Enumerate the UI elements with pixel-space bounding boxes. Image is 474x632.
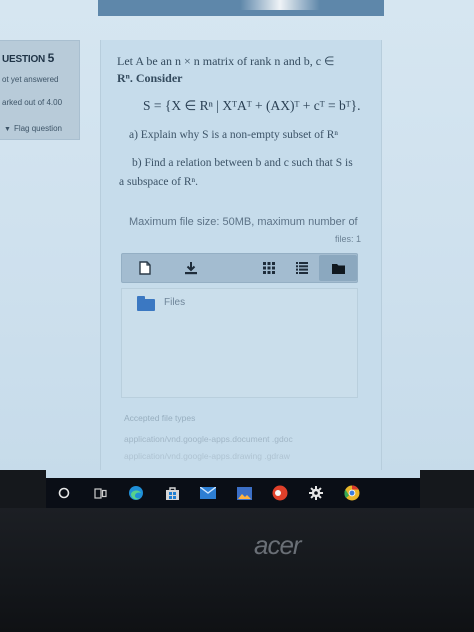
file-drop-zone[interactable]: Files bbox=[121, 288, 358, 398]
list-view-icon bbox=[296, 262, 309, 274]
set-definition-formula: S = {X ∈ Rⁿ | XᵀAᵀ + (AX)ᵀ + cᵀ = bᵀ}. bbox=[143, 98, 361, 113]
folder-view-button[interactable] bbox=[319, 255, 358, 281]
mail-icon[interactable] bbox=[190, 478, 226, 508]
part-b-line-1: b) Find a relation between b and c such … bbox=[132, 157, 353, 169]
office-icon[interactable] bbox=[262, 478, 298, 508]
list-view-button[interactable] bbox=[291, 258, 315, 278]
question-intro-line-1: Let A be an n × n matrix of rank n and b… bbox=[117, 54, 335, 68]
screen: UESTION 5 ot yet answered arked out of 4… bbox=[0, 0, 474, 478]
add-file-icon bbox=[139, 261, 151, 275]
bezel-right bbox=[420, 470, 474, 510]
accepted-file-types-heading: Accepted file types bbox=[124, 413, 196, 423]
edge-icon[interactable] bbox=[118, 478, 154, 508]
part-b-text: b) Find a relation between b and c such … bbox=[119, 154, 375, 192]
flag-icon: ▼ bbox=[4, 126, 11, 133]
task-view-icon[interactable] bbox=[82, 478, 118, 508]
files-folder-label[interactable]: Files bbox=[164, 297, 185, 308]
folder-icon bbox=[137, 296, 155, 311]
download-icon bbox=[185, 262, 198, 275]
question-card: Let A be an n × n matrix of rank n and b… bbox=[100, 40, 382, 470]
max-file-size-note: Maximum file size: 50MB, maximum number … bbox=[129, 216, 358, 228]
filepicker-toolbar bbox=[121, 253, 358, 283]
flag-question-link[interactable]: ▼ Flag question bbox=[4, 124, 65, 133]
question-intro-line-2: Rⁿ. Consider bbox=[117, 71, 183, 85]
photos-icon[interactable] bbox=[226, 478, 262, 508]
part-b-line-2: a subspace of Rⁿ. bbox=[119, 176, 198, 188]
download-button[interactable] bbox=[168, 258, 216, 278]
part-a-text: a) Explain why S is a non-empty subset o… bbox=[129, 129, 338, 141]
search-circle-icon[interactable] bbox=[46, 478, 82, 508]
windows-taskbar bbox=[46, 478, 420, 508]
bezel-left bbox=[0, 470, 46, 510]
question-status: ot yet answered bbox=[2, 75, 59, 84]
acer-logo: acer bbox=[254, 530, 302, 560]
add-file-button[interactable] bbox=[122, 258, 168, 278]
chrome-icon[interactable] bbox=[334, 478, 370, 508]
store-icon[interactable] bbox=[154, 478, 190, 508]
laptop-bezel bbox=[0, 508, 474, 632]
max-files-note: files: 1 bbox=[334, 234, 361, 244]
accepted-type-item: application/vnd.google-apps.document .gd… bbox=[124, 434, 293, 444]
question-number: UESTION 5 bbox=[2, 51, 55, 65]
question-marks: arked out of 4.00 bbox=[2, 98, 63, 107]
grid-view-button[interactable] bbox=[247, 258, 291, 278]
screen-glare bbox=[240, 0, 320, 10]
grid-view-icon bbox=[262, 262, 275, 274]
question-intro: Let A be an n × n matrix of rank n and b… bbox=[117, 53, 367, 87]
folder-view-icon bbox=[331, 263, 345, 274]
question-info-panel: UESTION 5 ot yet answered arked out of 4… bbox=[0, 40, 80, 140]
settings-icon[interactable] bbox=[298, 478, 334, 508]
accepted-type-item: application/vnd.google-apps.drawing .gdr… bbox=[124, 451, 290, 461]
